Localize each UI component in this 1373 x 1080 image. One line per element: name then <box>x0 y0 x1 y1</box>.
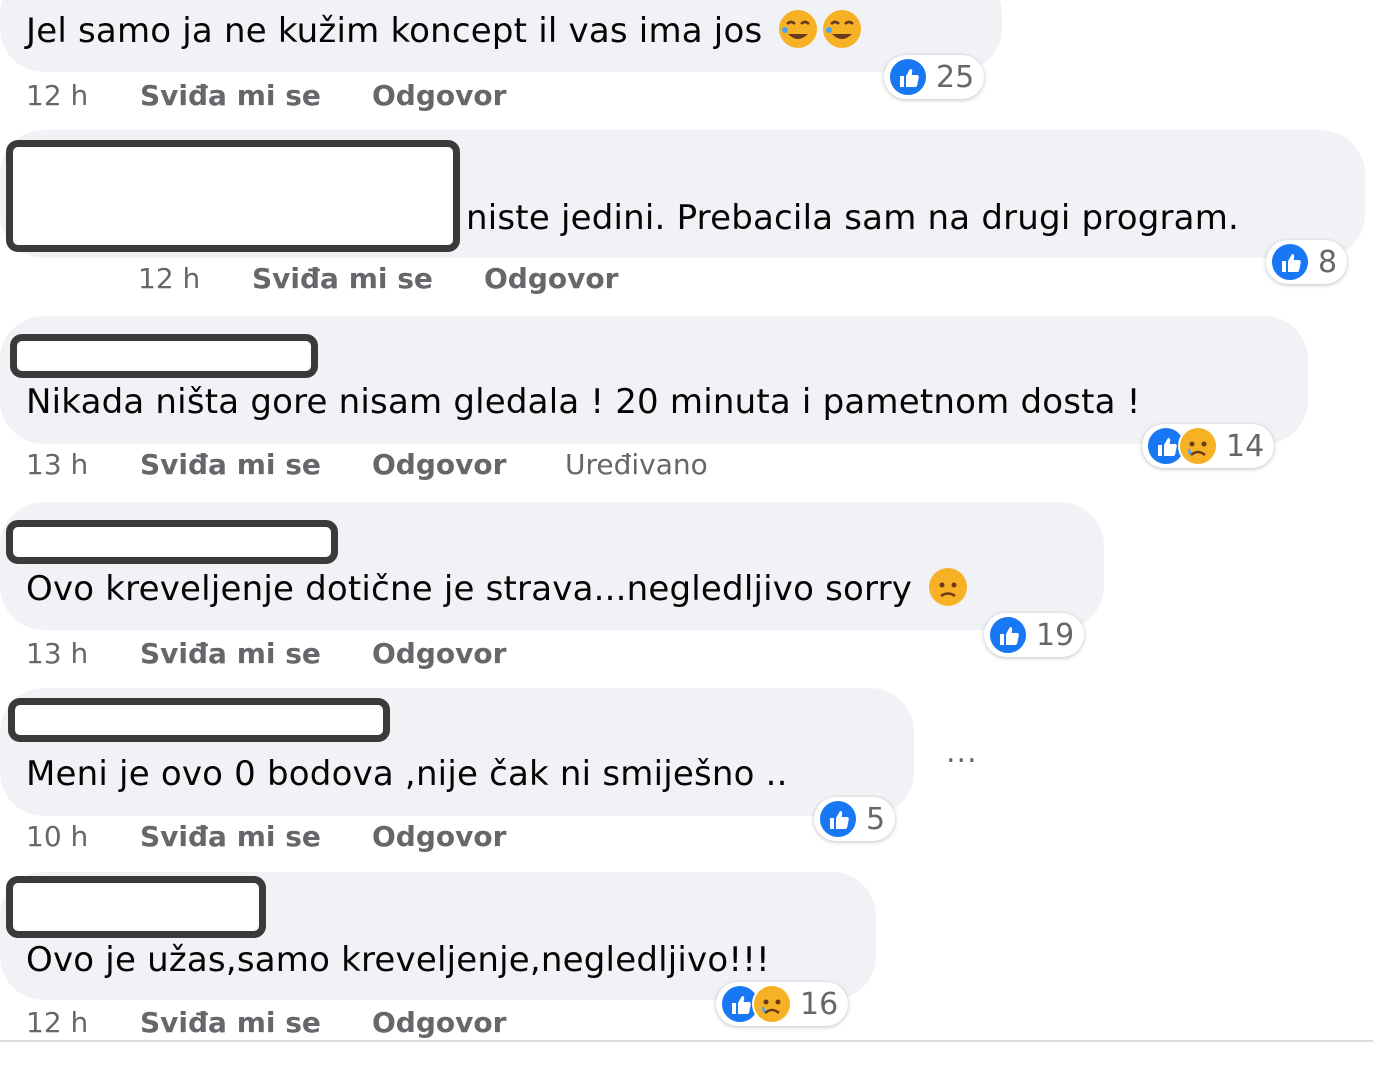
comment-text: Nikada ništa gore nisam gledala ! 20 min… <box>26 382 1141 422</box>
like-action-button[interactable]: Sviđa mi se <box>140 449 321 481</box>
like-action-button[interactable]: Sviđa mi se <box>140 638 321 670</box>
reply-button[interactable]: Odgovor <box>372 1007 506 1039</box>
timestamp[interactable]: 10 h <box>26 821 88 853</box>
reaction-summary[interactable]: 16 <box>716 982 849 1026</box>
sad-icon <box>1178 426 1218 466</box>
like-icon <box>888 57 928 97</box>
reaction-summary[interactable]: 19 <box>984 613 1085 657</box>
reaction-count: 16 <box>800 986 839 1022</box>
reaction-count: 5 <box>866 801 886 837</box>
reaction-count: 14 <box>1226 428 1265 464</box>
like-icon <box>818 799 858 839</box>
comment-text: niste jedini. Prebacila sam na drugi pro… <box>466 198 1240 238</box>
more-options-button[interactable]: ... <box>946 735 978 770</box>
rofl-emoji-icon <box>823 10 862 48</box>
edited-label[interactable]: Uređivano <box>565 449 708 481</box>
like-action-button[interactable]: Sviđa mi se <box>140 80 321 112</box>
reply-button[interactable]: Odgovor <box>372 821 506 853</box>
reaction-count: 25 <box>936 59 975 95</box>
timestamp[interactable]: 12 h <box>26 80 88 112</box>
like-action-button[interactable]: Sviđa mi se <box>252 263 433 295</box>
rofl-emoji-icon <box>779 10 818 48</box>
comment-text: Ovo kreveljenje dotične je strava...negl… <box>26 568 968 609</box>
comment-text: Jel samo ja ne kužim koncept il vas ima … <box>26 10 862 51</box>
like-icon <box>1270 242 1310 282</box>
timestamp[interactable]: 13 h <box>26 638 88 670</box>
reaction-count: 19 <box>1036 617 1075 653</box>
timestamp[interactable]: 12 h <box>138 263 200 295</box>
redacted-author-name <box>8 698 390 742</box>
timestamp[interactable]: 12 h <box>26 1007 88 1039</box>
reaction-summary[interactable]: 8 <box>1266 240 1348 284</box>
like-action-button[interactable]: Sviđa mi se <box>140 1007 321 1039</box>
like-icon <box>988 615 1028 655</box>
redacted-author-name <box>6 876 266 938</box>
sad-icon <box>752 984 792 1024</box>
reply-button[interactable]: Odgovor <box>372 638 506 670</box>
comment-text: Meni je ovo 0 bodova ,nije čak ni smiješ… <box>26 754 788 794</box>
timestamp[interactable]: 13 h <box>26 449 88 481</box>
redacted-author-name <box>6 520 338 564</box>
redacted-author-name <box>6 140 460 252</box>
reaction-summary[interactable]: 25 <box>884 55 985 99</box>
disappointed-emoji-icon <box>929 568 968 606</box>
reply-button[interactable]: Odgovor <box>484 263 618 295</box>
reaction-summary[interactable]: 5 <box>814 797 896 841</box>
like-action-button[interactable]: Sviđa mi se <box>140 821 321 853</box>
reply-button[interactable]: Odgovor <box>372 449 506 481</box>
reply-button[interactable]: Odgovor <box>372 80 506 112</box>
divider <box>0 1040 1373 1042</box>
comment-text: Ovo je užas,samo kreveljenje,negledljivo… <box>26 940 770 980</box>
redacted-author-name <box>10 334 318 378</box>
reaction-summary[interactable]: 14 <box>1142 424 1275 468</box>
reaction-count: 8 <box>1318 244 1338 280</box>
